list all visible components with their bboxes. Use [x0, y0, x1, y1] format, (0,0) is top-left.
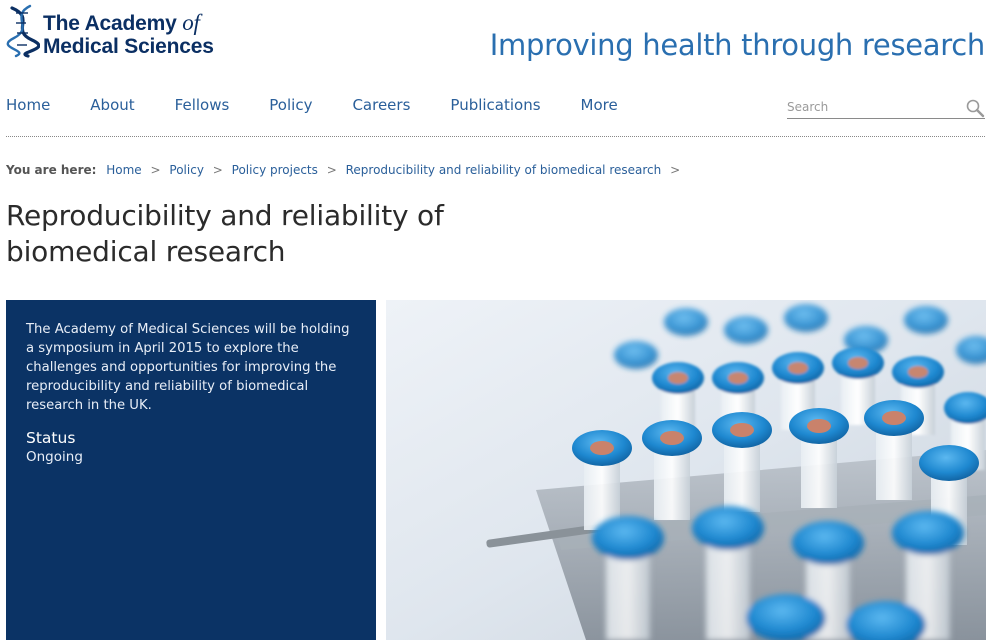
lab-vials-illustration — [386, 300, 986, 640]
nav-item-about[interactable]: About — [90, 96, 134, 118]
status-heading: Status — [26, 429, 76, 447]
breadcrumb-current-page[interactable]: Reproducibility and reliability of biome… — [346, 163, 662, 177]
header-divider — [6, 136, 985, 137]
breadcrumb-separator: > — [150, 163, 161, 177]
project-info-panel: The Academy of Medical Sciences will be … — [6, 300, 376, 640]
magnifier-icon — [966, 99, 985, 118]
breadcrumb-home[interactable]: Home — [106, 163, 141, 177]
nav-item-more[interactable]: More — [581, 96, 618, 118]
page-title: Reproducibility and reliability of biome… — [6, 199, 444, 268]
breadcrumb-separator: > — [212, 163, 223, 177]
breadcrumb-lead: You are here: — [6, 163, 97, 177]
breadcrumb-separator: > — [670, 163, 681, 177]
breadcrumb: You are here: Home > Policy > Policy pro… — [6, 163, 685, 177]
nav-item-home[interactable]: Home — [6, 96, 50, 118]
breadcrumb-policy[interactable]: Policy — [169, 163, 204, 177]
site-tagline: Improving health through research — [489, 28, 986, 62]
site-logo[interactable]: The Academy of Medical Sciences — [6, 4, 228, 58]
main-nav: Home About Fellows Policy Careers Public… — [6, 96, 618, 118]
breadcrumb-separator: > — [326, 163, 337, 177]
nav-item-careers[interactable]: Careers — [352, 96, 410, 118]
project-description: The Academy of Medical Sciences will be … — [26, 322, 350, 413]
logo-text-line1: The Academy of — [43, 10, 200, 35]
nav-item-fellows[interactable]: Fellows — [175, 96, 230, 118]
breadcrumb-policy-projects[interactable]: Policy projects — [232, 163, 318, 177]
search-button[interactable] — [963, 98, 985, 118]
hero-image-lab-vials — [386, 300, 986, 640]
dna-helix-icon — [6, 4, 40, 58]
logo-text-line2: Medical Sciences — [43, 35, 214, 58]
search-input[interactable] — [787, 98, 957, 116]
search-box — [787, 98, 985, 119]
status-value: Ongoing — [26, 449, 83, 465]
nav-item-publications[interactable]: Publications — [450, 96, 540, 118]
nav-item-policy[interactable]: Policy — [269, 96, 312, 118]
